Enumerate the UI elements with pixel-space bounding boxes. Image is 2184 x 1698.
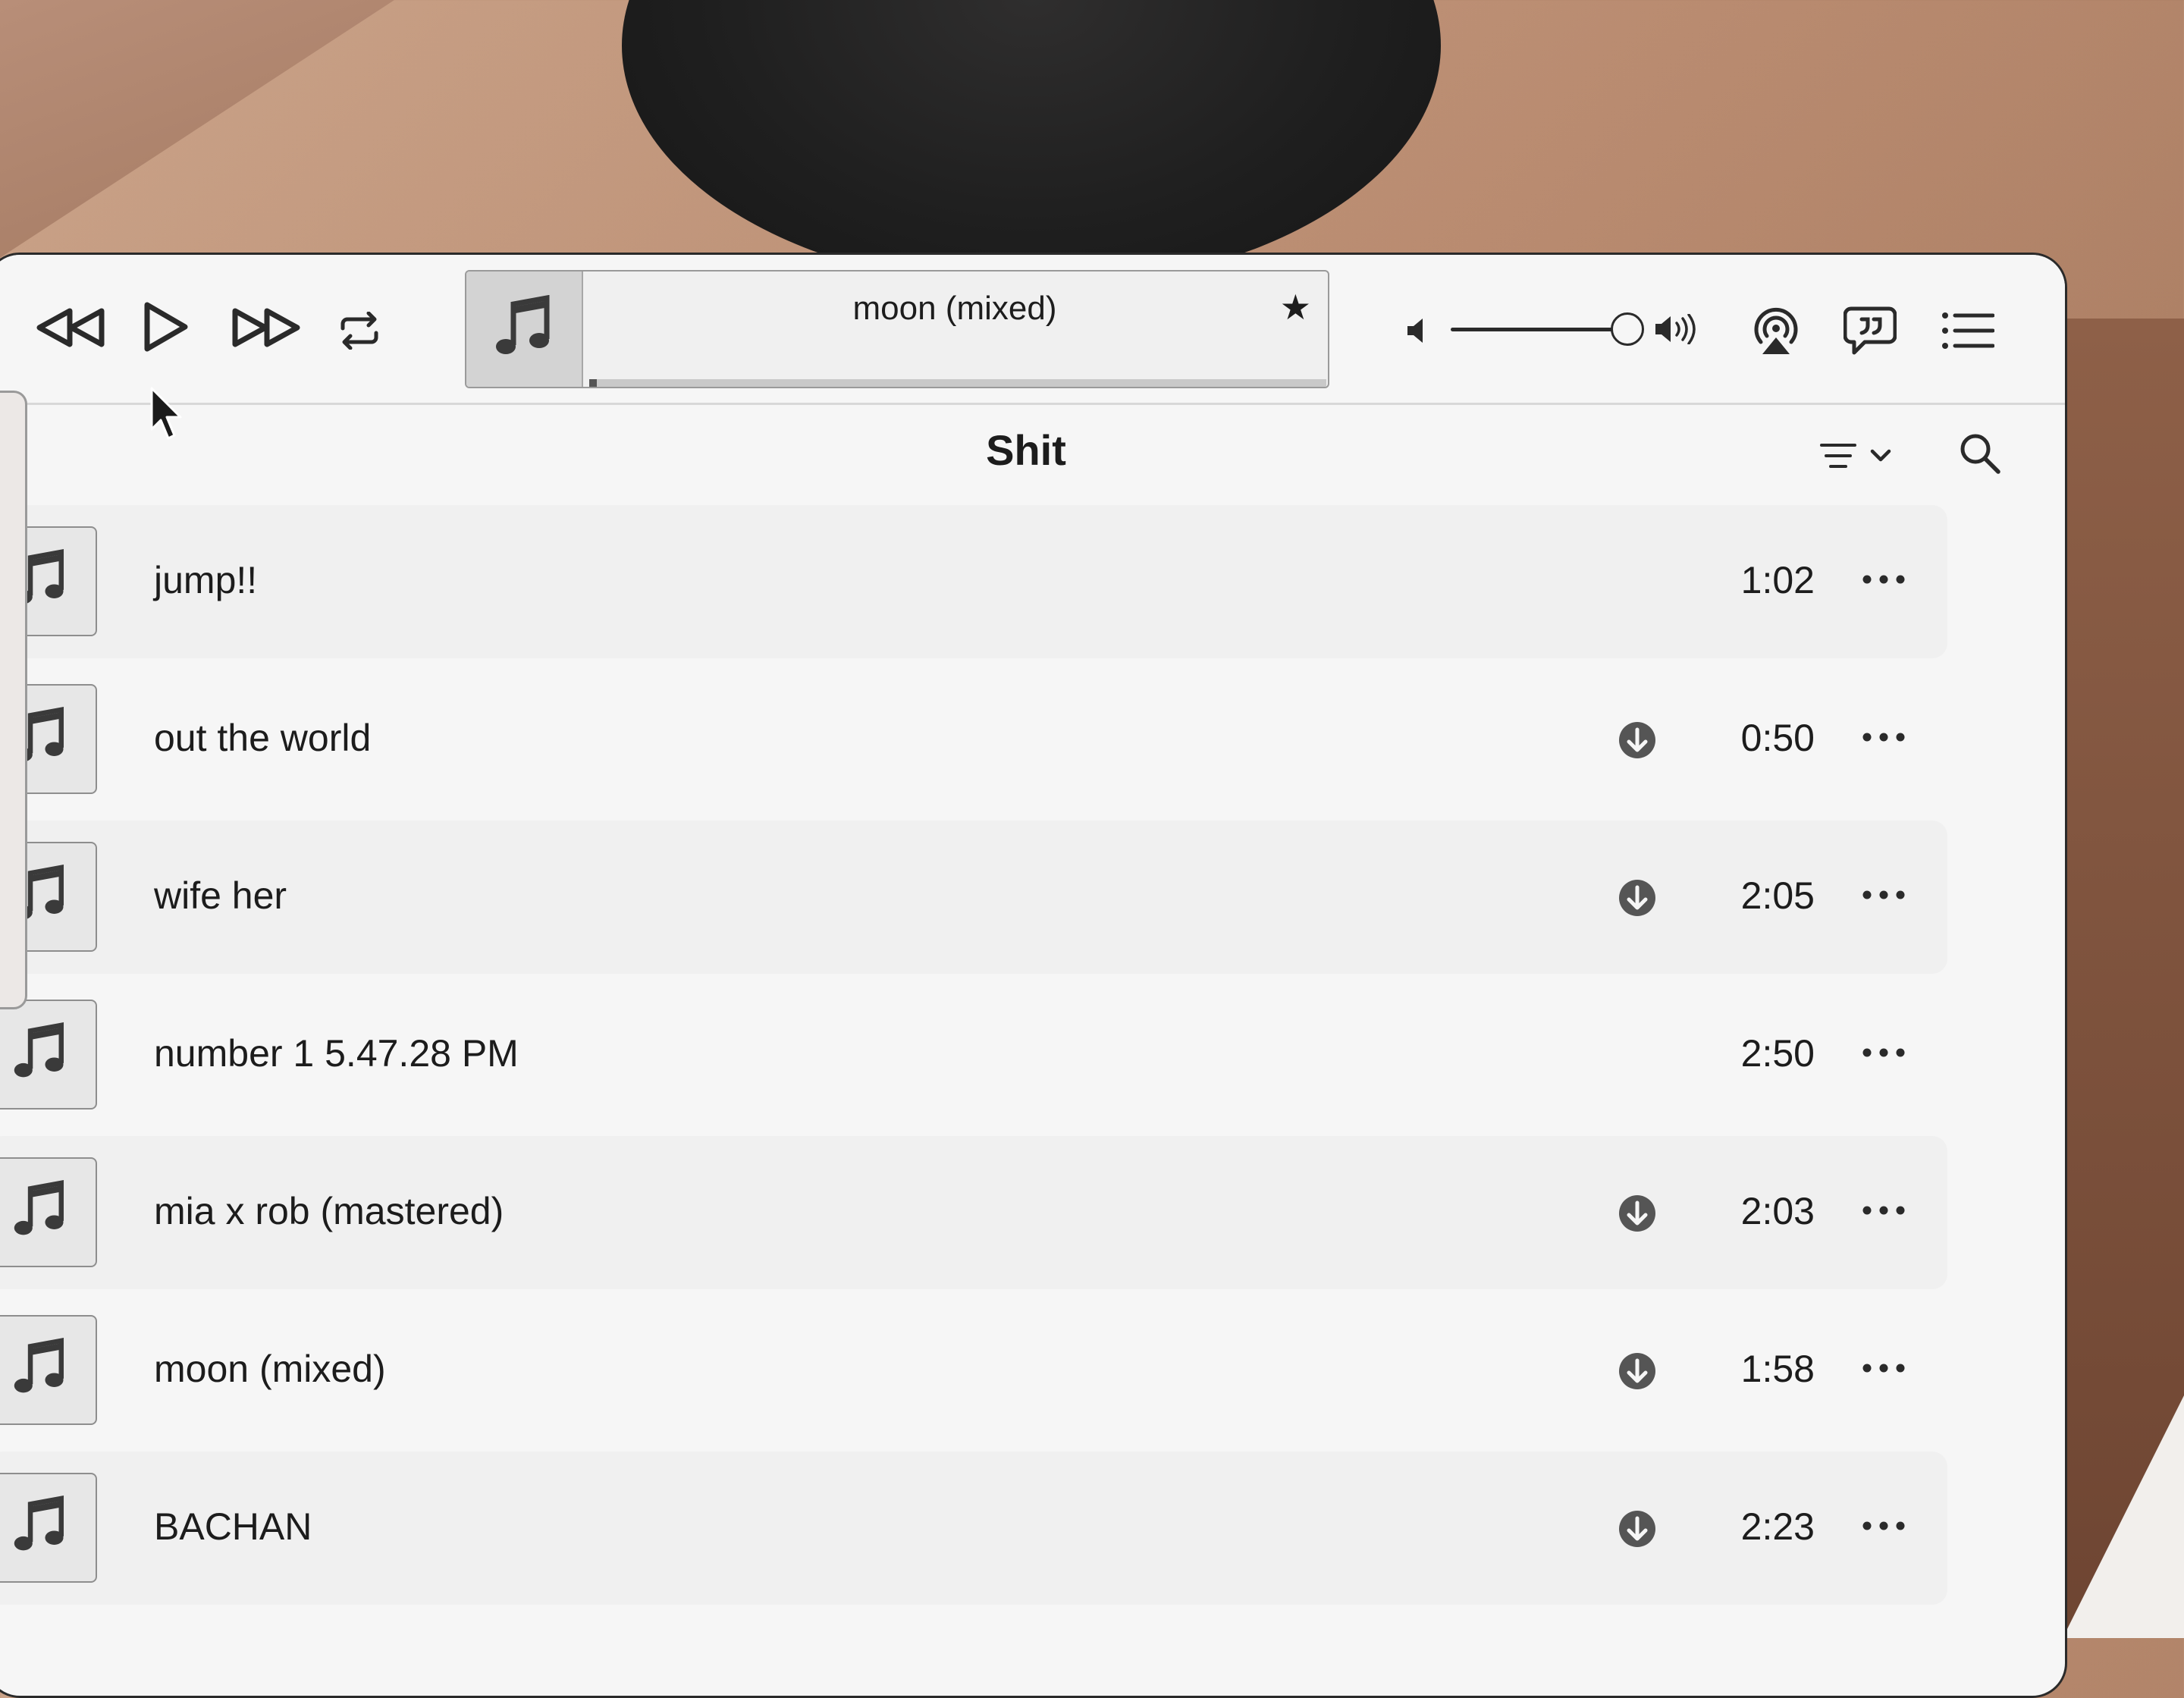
volume-low-icon bbox=[1402, 315, 1432, 346]
airplay-icon[interactable] bbox=[1749, 306, 1803, 356]
track-duration: 0:50 bbox=[1740, 717, 1815, 759]
more-icon[interactable] bbox=[1857, 1195, 1910, 1226]
track-duration: 2:23 bbox=[1740, 1505, 1815, 1548]
music-note-icon bbox=[494, 294, 554, 364]
more-icon[interactable] bbox=[1857, 1353, 1910, 1383]
music-window: moon (mixed) ★ Shit jump!! 1:02 out the … bbox=[0, 253, 2067, 1698]
track-row[interactable]: BACHAN 2:23 bbox=[0, 1452, 1947, 1605]
track-artwork bbox=[0, 1157, 97, 1267]
volume-slider-knob[interactable] bbox=[1610, 312, 1644, 346]
more-icon[interactable] bbox=[1857, 880, 1910, 910]
track-title: moon (mixed) bbox=[154, 1348, 386, 1390]
track-duration: 2:03 bbox=[1740, 1190, 1815, 1232]
background-wall bbox=[0, 0, 394, 258]
side-panel-edge bbox=[0, 391, 27, 1009]
music-note-icon bbox=[12, 1496, 68, 1560]
play-icon[interactable] bbox=[139, 297, 192, 357]
fast-forward-icon[interactable] bbox=[228, 300, 304, 355]
player-toolbar: moon (mixed) ★ bbox=[0, 255, 2065, 405]
track-duration: 2:05 bbox=[1740, 874, 1815, 917]
track-artwork bbox=[0, 1473, 97, 1583]
more-icon[interactable] bbox=[1857, 1511, 1910, 1541]
more-icon[interactable] bbox=[1857, 722, 1910, 752]
download-icon[interactable] bbox=[1618, 1351, 1657, 1391]
search-icon[interactable] bbox=[1957, 431, 2003, 476]
mouse-cursor bbox=[149, 387, 184, 445]
track-row[interactable]: out the world 0:50 bbox=[0, 663, 1947, 816]
more-icon[interactable] bbox=[1857, 1037, 1910, 1068]
queue-list-icon[interactable] bbox=[1941, 309, 1995, 352]
track-duration: 2:50 bbox=[1740, 1032, 1815, 1075]
track-title: wife her bbox=[154, 874, 287, 917]
music-note-icon bbox=[12, 1338, 68, 1402]
track-artwork bbox=[0, 1315, 97, 1425]
download-icon[interactable] bbox=[1618, 878, 1657, 918]
track-row[interactable]: wife her 2:05 bbox=[0, 821, 1947, 974]
playback-progress-bar[interactable] bbox=[589, 379, 1326, 387]
lyrics-icon[interactable] bbox=[1842, 305, 1898, 356]
now-playing-title: moon (mixed) bbox=[852, 290, 1057, 327]
download-icon[interactable] bbox=[1618, 1194, 1657, 1233]
playlist-title: Shit bbox=[986, 426, 1066, 474]
repeat-icon[interactable] bbox=[333, 308, 386, 353]
volume-high-icon bbox=[1652, 312, 1701, 346]
download-icon[interactable] bbox=[1618, 1509, 1657, 1549]
track-row[interactable]: jump!! 1:02 bbox=[0, 505, 1947, 658]
chevron-down-icon[interactable] bbox=[1868, 443, 1894, 469]
track-duration: 1:58 bbox=[1740, 1348, 1815, 1390]
track-title: jump!! bbox=[154, 559, 258, 601]
track-row[interactable]: moon (mixed) 1:58 bbox=[0, 1294, 1947, 1447]
music-note-icon bbox=[12, 1022, 68, 1087]
download-icon[interactable] bbox=[1618, 720, 1657, 760]
now-playing-artwork bbox=[466, 271, 583, 387]
sort-icon[interactable] bbox=[1819, 437, 1857, 475]
background-person bbox=[622, 0, 1441, 288]
track-title: out the world bbox=[154, 717, 372, 759]
track-duration: 1:02 bbox=[1740, 559, 1815, 601]
more-icon[interactable] bbox=[1857, 564, 1910, 595]
rewind-icon[interactable] bbox=[33, 300, 108, 355]
track-title: BACHAN bbox=[154, 1505, 312, 1548]
now-playing-display[interactable]: moon (mixed) ★ bbox=[465, 270, 1329, 388]
track-row[interactable]: number 1 5.47.28 PM 2:50 bbox=[0, 978, 1947, 1131]
track-title: mia x rob (mastered) bbox=[154, 1190, 504, 1232]
track-artwork bbox=[0, 1000, 97, 1110]
playback-progress-fill bbox=[589, 379, 597, 387]
volume-slider[interactable] bbox=[1451, 328, 1634, 331]
star-icon[interactable]: ★ bbox=[1280, 287, 1311, 328]
track-row[interactable]: mia x rob (mastered) 2:03 bbox=[0, 1136, 1947, 1289]
track-title: number 1 5.47.28 PM bbox=[154, 1032, 519, 1075]
music-note-icon bbox=[12, 1180, 68, 1244]
